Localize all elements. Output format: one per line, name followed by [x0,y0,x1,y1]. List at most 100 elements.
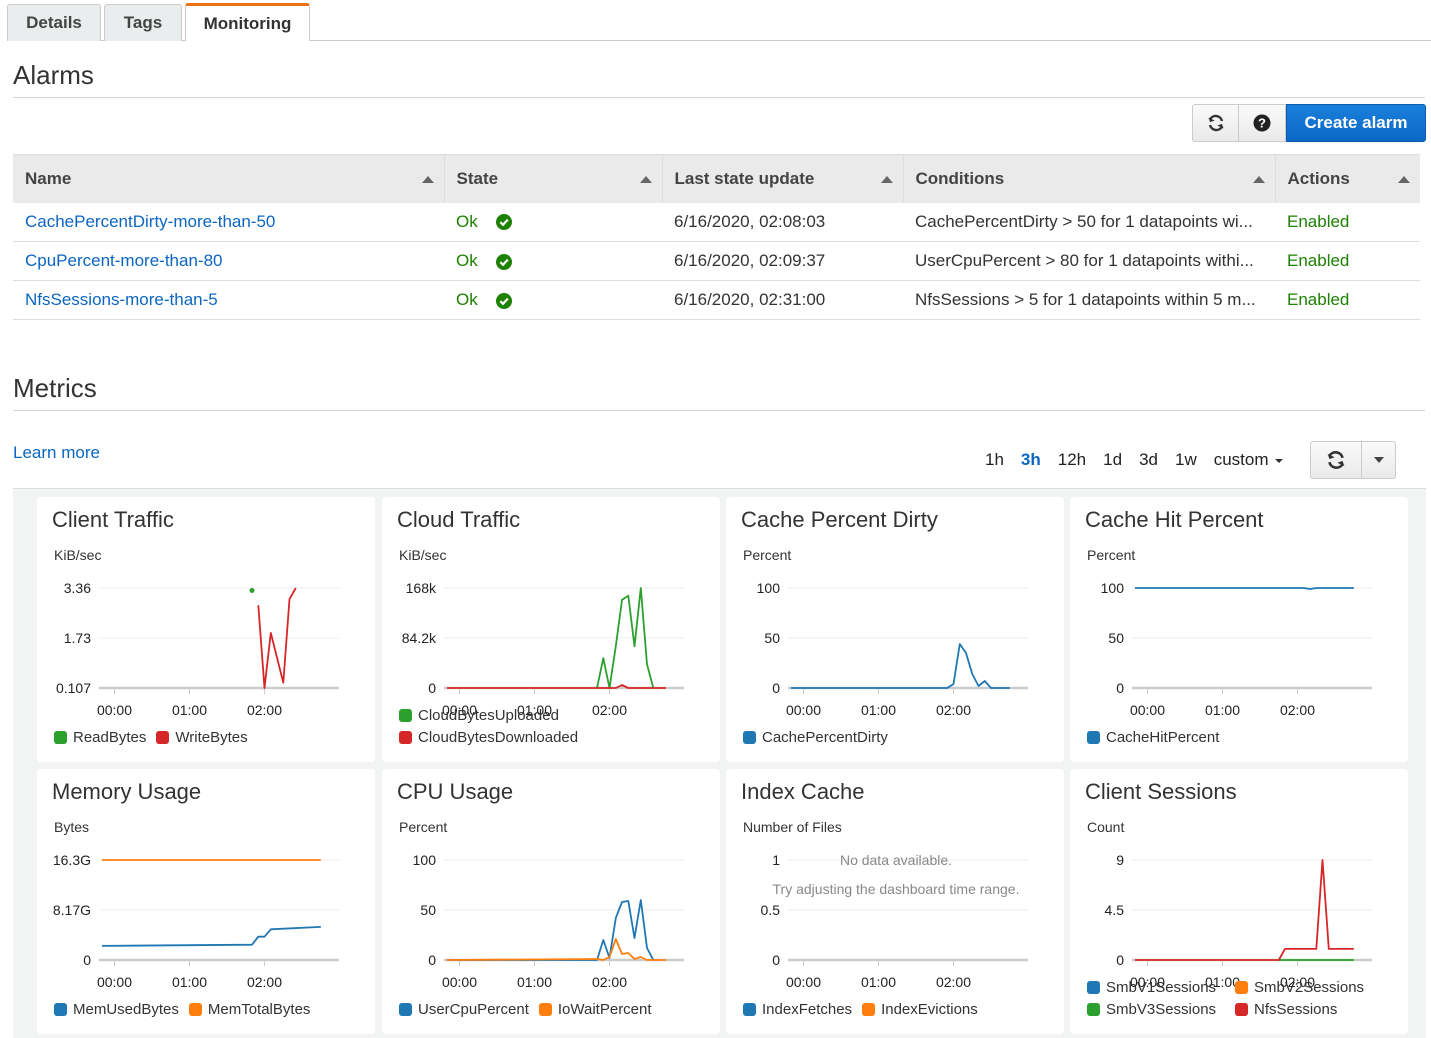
y-tick-label: 1 [772,852,780,868]
metrics-dashboard: Client Traffic KiB/sec 0.107 1.73 3.36 00:00 0… [13,488,1426,1038]
column-header-conditions[interactable]: Conditions [903,154,1276,203]
widget-memory-usage[interactable]: Memory Usage Bytes 0 8.17G 16.3G 00:00 01:00 02… [37,769,375,1034]
x-tick-label: 02:00 [1280,702,1315,718]
y-tick-label: 0 [83,952,91,968]
column-label: Name [25,168,72,188]
y-tick-label: 0.107 [56,680,91,696]
legend-swatch [54,1002,67,1016]
tab-tags[interactable]: Tags [104,4,182,41]
legend-item-indexevictions[interactable]: IndexEvictions [862,998,978,1020]
chart-legend: CachePercentDirty [743,726,1043,748]
legend-label: MemTotalBytes [207,1000,311,1018]
range-1d[interactable]: 1d [1103,450,1122,470]
x-tick-label: 00:00 [786,702,821,718]
alarm-toolbar: ? Create alarm [1192,104,1426,142]
legend-item-smbv1sessions[interactable]: SmbV1Sessions [1087,976,1225,998]
tab-label: Tags [123,13,163,32]
range-12h[interactable]: 12h [1058,450,1086,470]
range-custom-label: custom [1213,450,1269,469]
legend-swatch [54,730,67,744]
series-line-usercpupercent[interactable] [447,899,655,961]
chart-cache-hit-percent: 0 50 100 00:00 01:00 02:00 [1101,580,1372,718]
legend-item-nfssessions[interactable]: NfsSessions [1235,998,1373,1020]
legend-item-cloudbytesdownloaded[interactable]: CloudBytesDownloaded [399,726,578,748]
sort-icon [1252,176,1265,183]
refresh-alarms-button[interactable] [1192,104,1239,142]
legend-label: UserCpuPercent [418,1000,529,1018]
tab-bar: Details Tags Monitoring [7,3,1431,41]
widget-index-cache[interactable]: Index Cache Number of Files 0 0.5 1 00:00 01:0… [726,769,1064,1034]
y-tick-label: 0 [1116,680,1124,696]
alarms-table: Name State Last state update Conditions … [13,154,1420,320]
x-tick-label: 02:00 [247,974,282,990]
column-header-state[interactable]: State [444,154,663,203]
tab-monitoring[interactable]: Monitoring [185,3,310,41]
alarm-name-link[interactable]: NfsSessions-more-than-5 [25,290,218,309]
legend-swatch [156,730,170,744]
legend-item-smbv3sessions[interactable]: SmbV3Sessions [1087,998,1225,1020]
legend-item-indexfetches[interactable]: IndexFetches [743,998,852,1020]
widget-cpu-usage[interactable]: CPU Usage Percent 0 50 100 00:00 01:00 02:00 Use… [382,769,720,1034]
refresh-metrics-button[interactable] [1310,441,1362,479]
series-line-memusedbytes[interactable] [101,926,321,947]
series-line-cloudbytesdownloaded[interactable] [447,684,666,689]
chart-legend: ReadBytes WriteBytes [54,726,354,748]
range-3d[interactable]: 3d [1139,450,1158,470]
x-tick-label: 00:00 [786,974,821,990]
series-point-readbytes[interactable] [249,587,255,593]
chart-legend: CacheHitPercent [1087,726,1387,748]
legend-label: IndexEvictions [881,1000,978,1018]
legend-item-cachepercentdirty[interactable]: CachePercentDirty [743,726,888,748]
legend-item-smbv2sessions[interactable]: SmbV2Sessions [1235,976,1373,998]
legend-item-iowaitpercent[interactable]: IoWaitPercent [538,998,652,1020]
alarm-last-update: 6/16/2020, 02:08:03 [662,202,903,242]
alarm-actions-status: Enabled [1287,290,1350,309]
tab-details[interactable]: Details [7,4,101,41]
widget-cloud-traffic[interactable]: Cloud Traffic KiB/sec 0 84.2k 168k 00:00 01:00… [382,497,720,762]
chart-cpu-usage: 0 50 100 00:00 01:00 02:00 [413,852,684,990]
y-tick-label: 84.2k [402,630,437,646]
range-1w[interactable]: 1w [1175,450,1197,470]
legend-swatch [1087,730,1100,744]
x-tick-label: 01:00 [1205,702,1240,718]
column-header-actions[interactable]: Actions [1275,154,1420,203]
range-1h[interactable]: 1h [985,450,1004,470]
series-line-cachepercentdirty[interactable] [791,643,1010,689]
caret-down-icon [1373,457,1384,463]
legend-label: MemUsedBytes [73,1000,179,1018]
learn-more-link[interactable]: Learn more [13,443,100,463]
chart-index-cache: 0 0.5 1 00:00 01:00 02:00 No data available. Tr… [761,852,1028,990]
column-header-last-state-update[interactable]: Last state update [662,154,904,203]
alarm-name-link[interactable]: CpuPercent-more-than-80 [25,251,222,270]
widget-cache-hit-percent[interactable]: Cache Hit Percent Percent 0 50 100 00:00 01:00… [1070,497,1408,762]
alarm-last-update: 6/16/2020, 02:09:37 [662,241,903,281]
legend-item-memusedbytes[interactable]: MemUsedBytes [54,998,179,1020]
legend-item-readbytes[interactable]: ReadBytes [54,726,146,748]
widget-client-sessions[interactable]: Client Sessions Count 0 4.5 9 00:00 01:00 02:00… [1070,769,1408,1034]
legend-item-memtotalbytes[interactable]: MemTotalBytes [188,998,311,1020]
legend-item-cloudbytesuploaded[interactable]: CloudBytesUploaded [399,704,559,726]
series-line-iowaitpercent[interactable] [446,938,666,961]
alarm-name-link[interactable]: CachePercentDirty-more-than-50 [25,212,275,231]
legend-item-usercpupercent[interactable]: UserCpuPercent [399,998,529,1020]
refresh-options-dropdown[interactable] [1362,441,1396,479]
create-alarm-button[interactable]: Create alarm [1286,104,1426,142]
chart-memory-usage: 0 8.17G 16.3G 00:00 01:00 02:00 [53,852,339,990]
legend-item-cachehitpercent[interactable]: CacheHitPercent [1087,726,1219,748]
legend-swatch [538,1002,552,1016]
alarm-state: Ok [456,251,478,270]
table-row: CpuPercent-more-than-80 Ok 6/16/2020, 02… [13,241,1420,281]
legend-item-writebytes[interactable]: WriteBytes [156,726,248,748]
y-tick-label: 0 [428,952,436,968]
alarm-state: Ok [456,211,478,231]
alarms-divider [13,97,1425,98]
widget-client-traffic[interactable]: Client Traffic KiB/sec 0.107 1.73 3.36 00:00 0… [37,497,375,762]
range-3h[interactable]: 3h [1021,450,1041,470]
alarm-last-update: 6/16/2020, 02:31:00 [662,280,903,320]
help-button[interactable]: ? [1239,104,1286,142]
column-header-name[interactable]: Name [13,154,445,203]
widget-cache-percent-dirty[interactable]: Cache Percent Dirty Percent 0 50 100 00:00 01:… [726,497,1064,762]
range-custom[interactable]: custom [1214,450,1283,470]
chart-legend: UserCpuPercent IoWaitPercent [399,998,699,1020]
series-line-cachehitpercent[interactable] [1135,587,1354,590]
